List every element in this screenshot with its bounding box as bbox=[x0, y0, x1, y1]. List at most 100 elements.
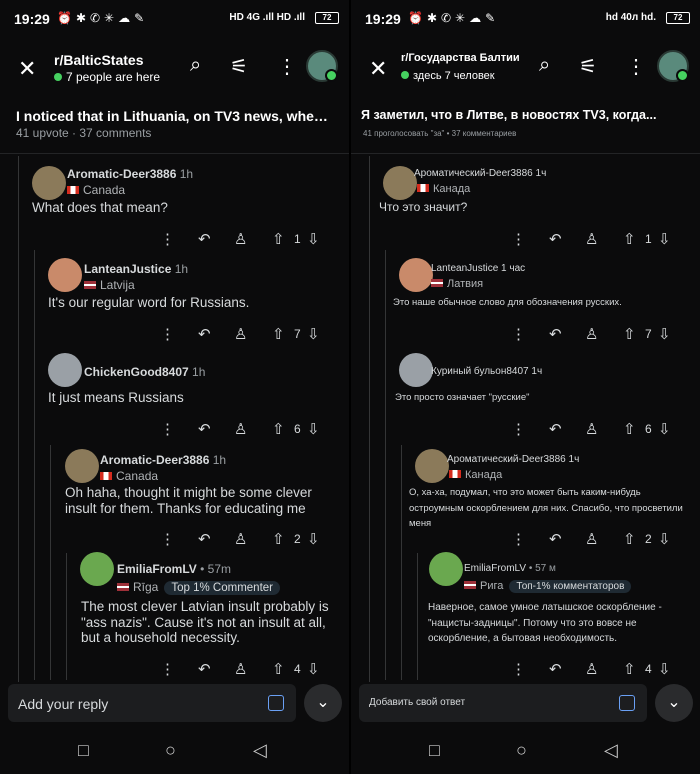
comment-author[interactable]: EmiliaFromLV • 57m bbox=[117, 562, 231, 576]
back-icon[interactable]: ◁ bbox=[604, 740, 618, 761]
award-icon[interactable]: ♙ bbox=[234, 325, 247, 343]
comment-author[interactable]: Aromatic-Deer3886 1h bbox=[100, 453, 226, 467]
upvote-icon[interactable]: ⇧ bbox=[272, 420, 285, 438]
award-icon[interactable]: ♙ bbox=[585, 530, 598, 548]
search-icon[interactable]: ⌕ bbox=[190, 54, 201, 77]
more-icon[interactable]: ⋮ bbox=[511, 530, 526, 548]
upvote-icon[interactable]: ⇧ bbox=[623, 660, 636, 678]
chevron-down-icon[interactable]: ⌄ bbox=[304, 684, 342, 722]
recents-icon[interactable]: □ bbox=[78, 740, 89, 761]
reply-icon[interactable]: ↶ bbox=[549, 530, 562, 548]
award-icon[interactable]: ♙ bbox=[234, 230, 247, 248]
reply-icon[interactable]: ↶ bbox=[549, 325, 562, 343]
downvote-icon[interactable]: ⇩ bbox=[307, 660, 320, 678]
avatar[interactable] bbox=[65, 449, 99, 483]
close-icon[interactable]: ✕ bbox=[369, 56, 387, 82]
more-options-icon[interactable]: ⋮ bbox=[626, 54, 646, 79]
user-avatar[interactable] bbox=[657, 50, 689, 82]
avatar[interactable] bbox=[48, 258, 82, 292]
downvote-icon[interactable]: ⇩ bbox=[307, 230, 320, 248]
more-icon[interactable]: ⋮ bbox=[511, 660, 526, 678]
avatar[interactable] bbox=[399, 353, 433, 387]
comment-author[interactable]: LanteanJustice 1h bbox=[84, 262, 188, 276]
reply-icon[interactable]: ↶ bbox=[198, 530, 211, 548]
sort-filter-icon[interactable]: ⚟ bbox=[579, 54, 597, 79]
comment-author[interactable]: Куриный бульон8407 1ч bbox=[431, 366, 542, 377]
vote-count: 2 bbox=[645, 532, 652, 546]
upvote-icon[interactable]: ⇧ bbox=[623, 325, 636, 343]
comment-author[interactable]: LanteanJustice 1 час bbox=[431, 263, 525, 274]
more-icon[interactable]: ⋮ bbox=[160, 325, 175, 343]
award-icon[interactable]: ♙ bbox=[234, 420, 247, 438]
reply-icon[interactable]: ↶ bbox=[549, 420, 562, 438]
chevron-down-icon[interactable]: ⌄ bbox=[655, 684, 693, 722]
downvote-icon[interactable]: ⇩ bbox=[307, 530, 320, 548]
upvote-icon[interactable]: ⇧ bbox=[623, 530, 636, 548]
reply-input[interactable]: Add your reply bbox=[8, 684, 296, 722]
avatar[interactable] bbox=[80, 552, 114, 586]
comment: Aromatic-Deer3886 1h Canada What does th… bbox=[0, 160, 349, 250]
post-title[interactable]: I noticed that in Lithuania, on TV3 news… bbox=[16, 108, 335, 124]
back-icon[interactable]: ◁ bbox=[253, 740, 267, 761]
more-icon[interactable]: ⋮ bbox=[511, 230, 526, 248]
award-icon[interactable]: ♙ bbox=[585, 660, 598, 678]
canada-flag-icon bbox=[100, 472, 112, 480]
reply-icon[interactable]: ↶ bbox=[198, 325, 211, 343]
upvote-icon[interactable]: ⇧ bbox=[272, 230, 285, 248]
image-attach-icon[interactable] bbox=[268, 695, 284, 711]
more-icon[interactable]: ⋮ bbox=[511, 325, 526, 343]
avatar[interactable] bbox=[429, 552, 463, 586]
award-icon[interactable]: ♙ bbox=[585, 420, 598, 438]
image-attach-icon[interactable] bbox=[619, 695, 635, 711]
reply-icon[interactable]: ↶ bbox=[549, 660, 562, 678]
upvote-icon[interactable]: ⇧ bbox=[623, 230, 636, 248]
upvote-icon[interactable]: ⇧ bbox=[272, 660, 285, 678]
downvote-icon[interactable]: ⇩ bbox=[658, 420, 671, 438]
award-icon[interactable]: ♙ bbox=[585, 230, 598, 248]
post-title[interactable]: Я заметил, что в Литве, в новостях TV3, … bbox=[361, 108, 686, 122]
comment-author[interactable]: Aromatic-Deer3886 1h bbox=[67, 167, 193, 181]
reply-icon[interactable]: ↶ bbox=[198, 420, 211, 438]
more-icon[interactable]: ⋮ bbox=[160, 420, 175, 438]
home-icon[interactable]: ○ bbox=[516, 740, 527, 761]
downvote-icon[interactable]: ⇩ bbox=[307, 420, 320, 438]
downvote-icon[interactable]: ⇩ bbox=[658, 660, 671, 678]
comment-author[interactable]: Ароматический-Deer3886 1ч bbox=[447, 454, 579, 465]
comment-actions: ⋮ ↶ ♙ ⇧ 7 ⇩ bbox=[511, 325, 691, 345]
comment-author[interactable]: EmiliaFromLV • 57 м bbox=[464, 563, 556, 574]
upvote-icon[interactable]: ⇧ bbox=[623, 420, 636, 438]
avatar[interactable] bbox=[399, 258, 433, 292]
reply-icon[interactable]: ↶ bbox=[198, 230, 211, 248]
avatar[interactable] bbox=[32, 166, 66, 200]
more-icon[interactable]: ⋮ bbox=[511, 420, 526, 438]
more-icon[interactable]: ⋮ bbox=[160, 660, 175, 678]
recents-icon[interactable]: □ bbox=[429, 740, 440, 761]
reply-icon[interactable]: ↶ bbox=[198, 660, 211, 678]
close-icon[interactable]: ✕ bbox=[18, 56, 36, 82]
avatar[interactable] bbox=[48, 353, 82, 387]
subreddit-name[interactable]: r/BalticStates bbox=[54, 52, 143, 68]
comment-author[interactable]: ChickenGood8407 1h bbox=[84, 365, 205, 379]
award-icon[interactable]: ♙ bbox=[234, 530, 247, 548]
downvote-icon[interactable]: ⇩ bbox=[658, 530, 671, 548]
home-icon[interactable]: ○ bbox=[165, 740, 176, 761]
downvote-icon[interactable]: ⇩ bbox=[658, 325, 671, 343]
subreddit-name[interactable]: r/Государства Балтии bbox=[401, 52, 520, 64]
sort-filter-icon[interactable]: ⚟ bbox=[230, 54, 248, 79]
downvote-icon[interactable]: ⇩ bbox=[658, 230, 671, 248]
upvote-icon[interactable]: ⇧ bbox=[272, 530, 285, 548]
award-icon[interactable]: ♙ bbox=[585, 325, 598, 343]
award-icon[interactable]: ♙ bbox=[234, 660, 247, 678]
avatar[interactable] bbox=[415, 449, 449, 483]
avatar[interactable] bbox=[383, 166, 417, 200]
upvote-icon[interactable]: ⇧ bbox=[272, 325, 285, 343]
reply-input[interactable]: Добавить свой ответ bbox=[359, 684, 647, 722]
search-icon[interactable]: ⌕ bbox=[539, 54, 550, 77]
comment-author[interactable]: Ароматический-Deer3886 1ч bbox=[414, 168, 546, 179]
more-icon[interactable]: ⋮ bbox=[160, 530, 175, 548]
reply-icon[interactable]: ↶ bbox=[549, 230, 562, 248]
user-avatar[interactable] bbox=[306, 50, 338, 82]
downvote-icon[interactable]: ⇩ bbox=[307, 325, 320, 343]
more-icon[interactable]: ⋮ bbox=[160, 230, 175, 248]
more-options-icon[interactable]: ⋮ bbox=[277, 54, 297, 79]
